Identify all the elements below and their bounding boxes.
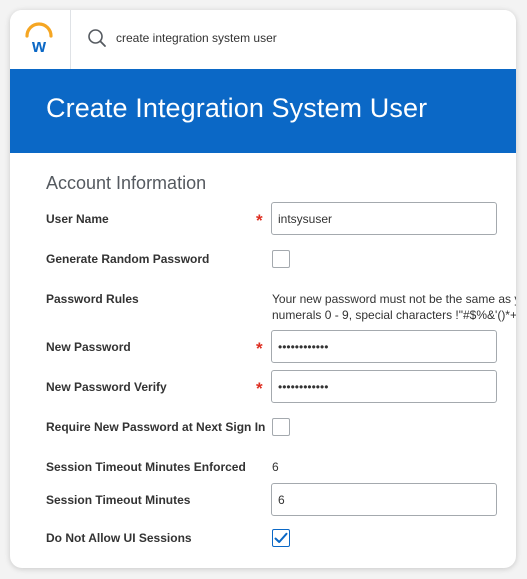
workday-logo-icon: w — [25, 22, 53, 55]
session-timeout-enforced-label: Session Timeout Minutes Enforced — [46, 460, 246, 474]
search-icon — [88, 29, 106, 47]
do-not-allow-ui-sessions-label: Do Not Allow UI Sessions — [46, 531, 192, 545]
new-password-field[interactable] — [271, 330, 497, 363]
require-new-password-checkbox[interactable] — [272, 418, 290, 436]
required-indicator: * — [256, 339, 263, 358]
do-not-allow-ui-sessions-checkbox[interactable] — [272, 529, 290, 547]
page-header-banner: Create Integration System User — [10, 69, 516, 153]
generate-random-password-label: Generate Random Password — [46, 252, 210, 266]
svg-text:w: w — [31, 36, 47, 55]
new-password-verify-label: New Password Verify — [46, 380, 167, 394]
user-name-label: User Name — [46, 212, 109, 226]
session-timeout-minutes-label: Session Timeout Minutes — [46, 493, 191, 507]
page-title: Create Integration System User — [46, 93, 428, 123]
required-indicator: * — [256, 379, 263, 398]
section-title: Account Information — [46, 173, 207, 193]
session-timeout-enforced-value: 6 — [272, 460, 279, 474]
top-bar: w — [10, 10, 516, 69]
task-window: w Create Integration System User Account… — [10, 10, 516, 568]
require-new-password-label: Require New Password at Next Sign In — [46, 420, 266, 434]
password-rules-text: Your new password must not be the same a… — [272, 291, 516, 323]
new-password-verify-field[interactable] — [271, 370, 497, 403]
generate-random-password-checkbox[interactable] — [272, 250, 290, 268]
session-timeout-minutes-field[interactable] — [271, 483, 497, 516]
checkmark-icon — [274, 532, 288, 543]
user-name-field[interactable] — [271, 202, 497, 235]
search-input[interactable] — [116, 27, 496, 49]
password-rules-label: Password Rules — [46, 292, 139, 306]
password-rules-line-2: numerals 0 - 9, special characters !"#$%… — [272, 308, 516, 322]
required-indicator: * — [256, 211, 263, 230]
password-rules-line-1: Your new password must not be the same a… — [272, 292, 516, 306]
new-password-label: New Password — [46, 340, 131, 354]
home-logo-button[interactable]: w — [10, 10, 71, 69]
